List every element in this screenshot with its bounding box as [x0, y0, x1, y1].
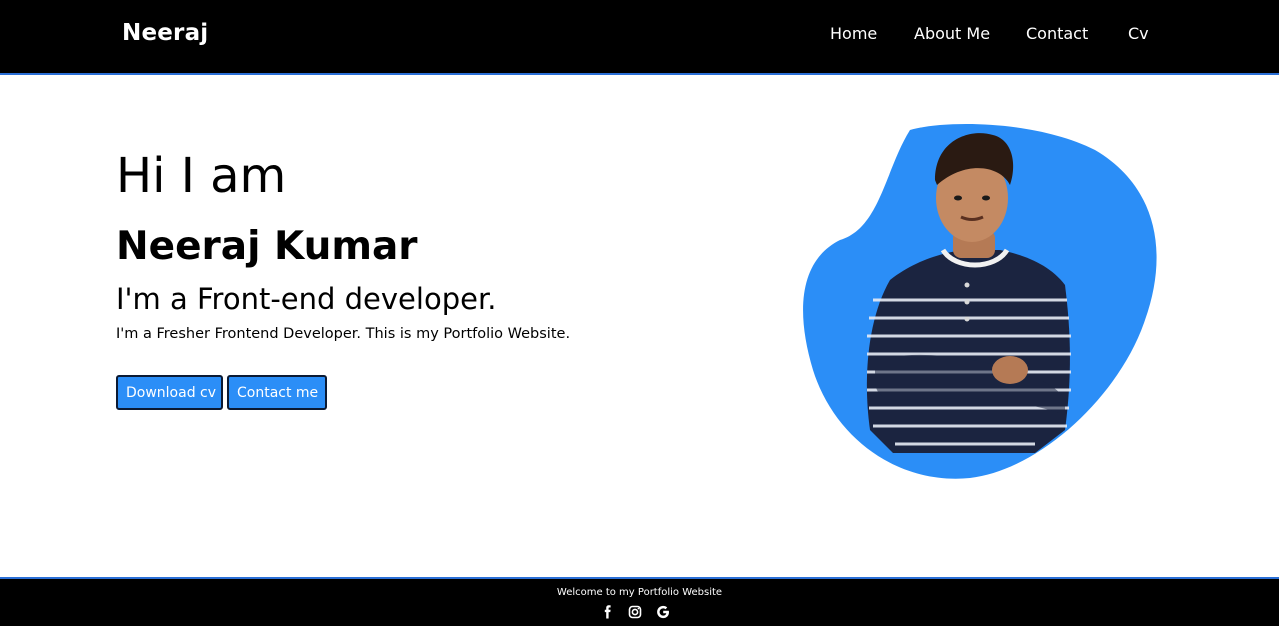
- nav-home-link[interactable]: Home: [830, 24, 877, 43]
- main-nav: Home About Me Contact Cv: [0, 24, 1279, 46]
- nav-contact-link[interactable]: Contact: [1026, 24, 1088, 43]
- site-footer: Welcome to my Portfolio Website: [0, 577, 1279, 626]
- contact-me-button[interactable]: Contact me: [227, 375, 327, 410]
- hero-greeting: Hi I am: [116, 148, 287, 204]
- hero-description: I'm a Fresher Frontend Developer. This i…: [116, 326, 571, 342]
- google-icon[interactable]: [656, 605, 670, 619]
- nav-about-link[interactable]: About Me: [914, 24, 990, 43]
- hero-name: Neeraj Kumar: [116, 224, 418, 269]
- hero-role: I'm a Front-end developer.: [116, 282, 497, 316]
- nav-cv-link[interactable]: Cv: [1128, 24, 1149, 43]
- profile-photo: [803, 124, 1157, 479]
- facebook-icon[interactable]: [601, 605, 615, 619]
- download-cv-button[interactable]: Download cv: [116, 375, 223, 410]
- person-shirt: [866, 250, 1070, 453]
- footer-text: Welcome to my Portfolio Website: [556, 587, 723, 598]
- site-header: Neeraj Home About Me Contact Cv: [0, 0, 1279, 75]
- instagram-icon[interactable]: [628, 605, 642, 619]
